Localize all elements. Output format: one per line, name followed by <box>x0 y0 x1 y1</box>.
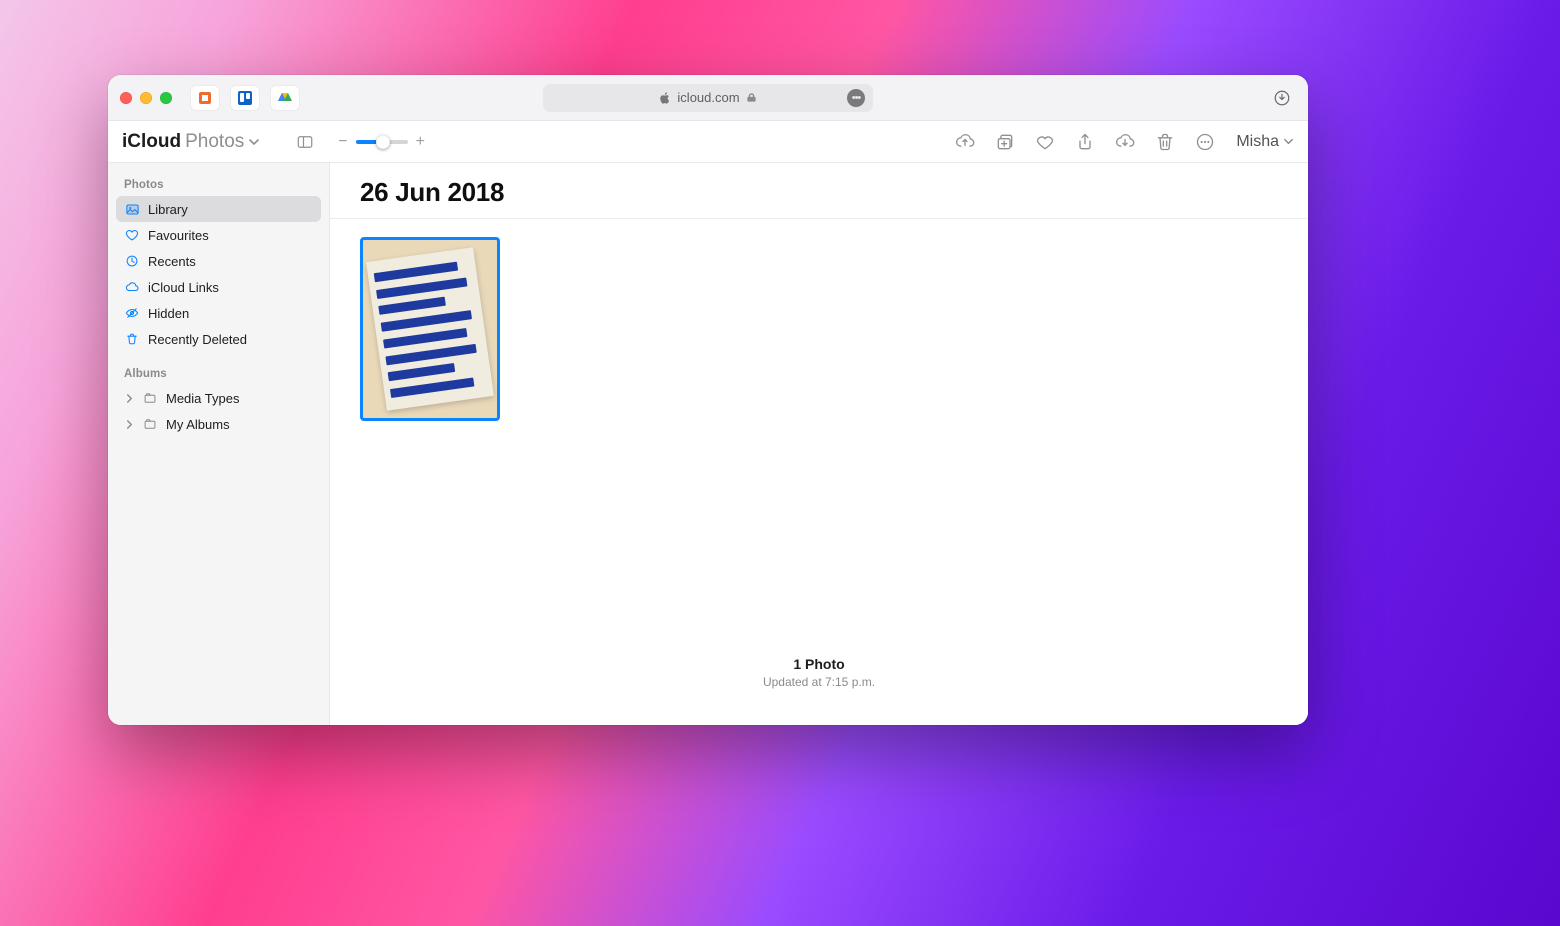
browser-titlebar: icloud.com ••• <box>108 75 1308 121</box>
window-minimize-button[interactable] <box>140 92 152 104</box>
sidebar-item-label: Recently Deleted <box>148 332 247 347</box>
photo-thumbnail-image <box>366 247 494 411</box>
app-toolbar: iCloud Photos − + <box>108 121 1308 163</box>
zoom-in-label: + <box>416 133 425 151</box>
extension-button-1[interactable] <box>190 85 220 111</box>
delete-button[interactable] <box>1152 129 1178 155</box>
app-title-main: iCloud <box>122 131 181 153</box>
sidebar-item-library[interactable]: Library <box>116 196 321 222</box>
folder-icon <box>142 390 158 406</box>
account-menu[interactable]: Misha <box>1236 133 1294 151</box>
upload-button[interactable] <box>952 129 978 155</box>
url-host: icloud.com <box>677 90 739 105</box>
sidebar-item-recently-deleted[interactable]: Recently Deleted <box>116 326 321 352</box>
clock-icon <box>124 253 140 269</box>
photo-thumbnail-selected[interactable] <box>360 237 500 421</box>
thumbnail-zoom-slider[interactable]: − + <box>338 133 425 151</box>
sidebar-item-recents[interactable]: Recents <box>116 248 321 274</box>
chevron-right-icon <box>124 420 134 429</box>
drive-icon <box>277 90 293 106</box>
account-name: Misha <box>1236 133 1279 151</box>
trash-icon <box>124 331 140 347</box>
main-content: 26 Jun 2018 1 Photo <box>330 163 1308 725</box>
app-title-sub: Photos <box>185 131 244 153</box>
sidebar-item-media-types[interactable]: Media Types <box>116 385 321 411</box>
heart-icon <box>124 227 140 243</box>
app-icon-orange <box>197 90 213 106</box>
zoom-slider-knob[interactable] <box>376 135 390 149</box>
apple-icon <box>659 92 671 104</box>
extension-button-3[interactable] <box>270 85 300 111</box>
photo-grid <box>330 219 1308 439</box>
window-controls <box>120 92 172 104</box>
photo-count: 1 Photo <box>330 656 1308 672</box>
trello-icon <box>237 90 253 106</box>
favourite-button[interactable] <box>1032 129 1058 155</box>
lock-icon <box>746 92 757 103</box>
sidebar-header-albums: Albums <box>116 366 321 385</box>
chevron-right-icon <box>124 394 134 403</box>
sidebar-item-label: Library <box>148 202 188 217</box>
folder-icon <box>142 416 158 432</box>
zoom-out-label: − <box>338 133 347 151</box>
sidebar-item-my-albums[interactable]: My Albums <box>116 411 321 437</box>
sidebar-toggle-button[interactable] <box>292 129 318 155</box>
sidebar-item-label: Media Types <box>166 391 239 406</box>
share-button[interactable] <box>1072 129 1098 155</box>
sidebar-item-label: My Albums <box>166 417 230 432</box>
add-to-album-button[interactable] <box>992 129 1018 155</box>
updated-time: Updated at 7:15 p.m. <box>330 675 1308 689</box>
site-settings-button[interactable]: ••• <box>847 89 865 107</box>
cloud-icon <box>124 279 140 295</box>
sidebar-item-label: Recents <box>148 254 196 269</box>
chevron-down-icon <box>248 136 260 148</box>
download-button[interactable] <box>1112 129 1138 155</box>
app-title[interactable]: iCloud Photos <box>122 131 260 153</box>
footer: 1 Photo Updated at 7:15 p.m. <box>330 630 1308 725</box>
extension-button-2[interactable] <box>230 85 260 111</box>
sidebar-item-label: Favourites <box>148 228 209 243</box>
downloads-button[interactable] <box>1268 84 1296 112</box>
sidebar-item-label: iCloud Links <box>148 280 219 295</box>
chevron-down-icon <box>1283 136 1294 147</box>
date-heading: 26 Jun 2018 <box>330 163 1308 219</box>
hidden-icon <box>124 305 140 321</box>
sidebar-item-hidden[interactable]: Hidden <box>116 300 321 326</box>
more-button[interactable] <box>1192 129 1218 155</box>
library-icon <box>124 201 140 217</box>
window-fullscreen-button[interactable] <box>160 92 172 104</box>
sidebar-header-photos: Photos <box>116 177 321 196</box>
address-bar[interactable]: icloud.com ••• <box>543 84 873 112</box>
app-body: Photos Library Favourites Recents <box>108 163 1308 725</box>
zoom-slider-track[interactable] <box>356 140 408 144</box>
sidebar-item-label: Hidden <box>148 306 189 321</box>
browser-window: icloud.com ••• iCloud Photos − <box>108 75 1308 725</box>
sidebar-item-icloud-links[interactable]: iCloud Links <box>116 274 321 300</box>
sidebar: Photos Library Favourites Recents <box>108 163 330 725</box>
window-close-button[interactable] <box>120 92 132 104</box>
sidebar-item-favourites[interactable]: Favourites <box>116 222 321 248</box>
toolbar-actions: Misha <box>952 129 1294 155</box>
